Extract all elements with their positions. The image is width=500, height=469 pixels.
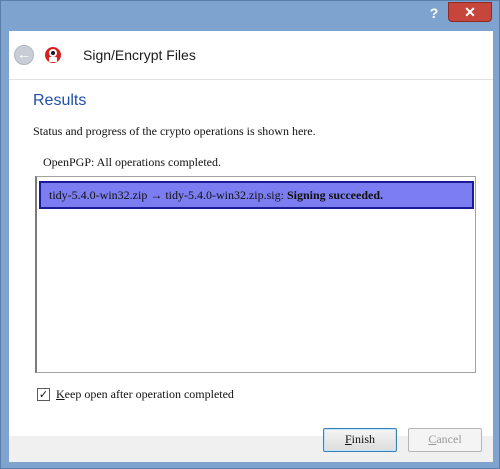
openpgp-status: OpenPGP: All operations completed. bbox=[43, 155, 221, 169]
wizard-header: ← Sign/Encrypt Files bbox=[9, 31, 493, 79]
finish-button[interactable]: Finish bbox=[323, 428, 397, 452]
results-page: Results Status and progress of the crypt… bbox=[9, 79, 493, 436]
sign-encrypt-window: ? ✕ ← Sign/Encrypt Files Results Status … bbox=[0, 0, 500, 469]
close-button[interactable]: ✕ bbox=[448, 2, 492, 22]
cancel-label: ancel bbox=[436, 432, 462, 446]
finish-accelerator: F bbox=[344, 432, 352, 446]
keep-open-label-text: eep open after operation completed bbox=[64, 387, 234, 401]
page-description: Status and progress of the crypto operat… bbox=[33, 124, 316, 138]
help-button[interactable]: ? bbox=[421, 3, 447, 23]
back-arrow-icon[interactable]: ← bbox=[14, 45, 34, 65]
keep-open-label[interactable]: Keep open after operation completed bbox=[56, 387, 234, 401]
wizard-title: Sign/Encrypt Files bbox=[83, 47, 196, 63]
page-heading: Results bbox=[33, 92, 87, 109]
keep-open-accelerator: K bbox=[56, 387, 65, 401]
result-status: Signing succeeded. bbox=[286, 188, 383, 202]
result-file-text: tidy-5.4.0-win32.zip → tidy-5.4.0-win32.… bbox=[49, 188, 287, 202]
finish-label: inish bbox=[351, 432, 376, 446]
title-bar: ? ✕ bbox=[1, 1, 500, 31]
results-list[interactable]: tidy-5.4.0-win32.zip → tidy-5.4.0-win32.… bbox=[35, 176, 476, 373]
kleopatra-icon bbox=[45, 47, 61, 63]
cancel-button[interactable]: Cancel bbox=[408, 428, 482, 452]
keep-open-checkbox[interactable]: ✓ bbox=[37, 388, 50, 401]
wizard-footer: Finish Cancel bbox=[9, 428, 493, 462]
wizard-client-area: ← Sign/Encrypt Files Results Status and … bbox=[9, 31, 493, 462]
result-row[interactable]: tidy-5.4.0-win32.zip → tidy-5.4.0-win32.… bbox=[39, 181, 474, 209]
